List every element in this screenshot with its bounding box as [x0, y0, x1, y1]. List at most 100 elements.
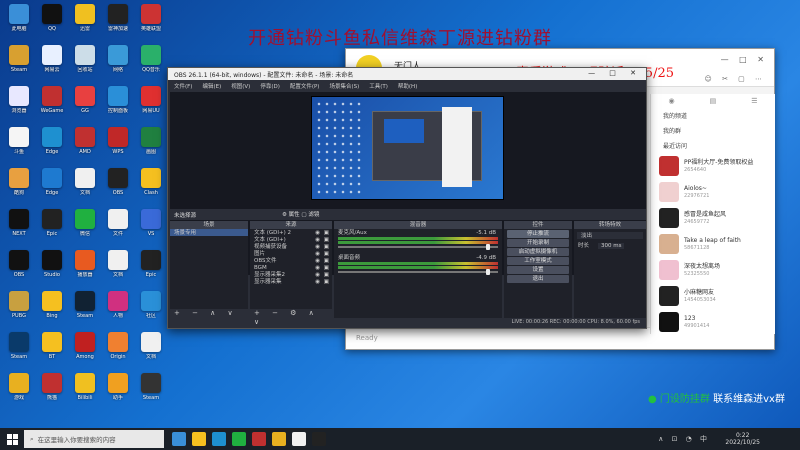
desktop-icon[interactable]: Steam	[136, 373, 166, 407]
source-item[interactable]: 显示器采集2 ◉ ▣	[250, 271, 332, 278]
panel-tab-menu[interactable]: ☰	[751, 97, 757, 105]
desktop-icon[interactable]: 网络	[103, 45, 133, 79]
panel-tab-list[interactable]: ▤	[710, 97, 717, 105]
lock-icon[interactable]: ▣	[324, 279, 329, 285]
contact-list-item[interactable]: 深夜太想离场 52325550	[651, 257, 775, 283]
obs-menu-item[interactable]: 配置文件(P)	[290, 84, 320, 90]
desktop-icon[interactable]: GG	[70, 86, 100, 120]
desktop-icon[interactable]: 斗鱼	[4, 127, 34, 161]
desktop-icon[interactable]: NEXT	[4, 209, 34, 243]
desktop-icon[interactable]: 画图	[136, 127, 166, 161]
taskbar-app-icon[interactable]	[292, 432, 306, 446]
desktop-icon[interactable]: 播放器	[70, 250, 100, 284]
desktop-icon[interactable]: 酷狗	[4, 168, 34, 202]
exit-button[interactable]: 退出	[507, 275, 569, 283]
desktop-icon[interactable]: Steam	[70, 291, 100, 325]
desktop-icon[interactable]: 人物	[103, 291, 133, 325]
taskbar-app-icon[interactable]	[252, 432, 266, 446]
scene-item[interactable]: 场景专用	[170, 229, 248, 236]
start-recording-button[interactable]: 开始录制	[507, 239, 569, 247]
duration-input[interactable]: 300 ms	[598, 243, 625, 249]
desktop-icon[interactable]: Steam	[4, 45, 34, 79]
source-item[interactable]: 显示器采集 ◉ ▣	[250, 278, 332, 285]
desktop-icon[interactable]: Edge	[37, 127, 67, 161]
desktop-icon[interactable]: OBS	[4, 250, 34, 284]
contact-list-item[interactable]: 123 49901414	[651, 309, 775, 335]
desktop-icon[interactable]: 网易云	[37, 45, 67, 79]
desktop-icon[interactable]: 文档	[70, 168, 100, 202]
stop-streaming-button[interactable]: 停止推流	[507, 230, 569, 238]
taskbar-app-icon[interactable]	[312, 432, 326, 446]
system-tray-icons[interactable]: ∧ ⊡ ◔ 中	[658, 434, 710, 444]
contact-list-item[interactable]: Aiolos~ 22976721	[651, 179, 775, 205]
desktop-icon[interactable]: 雷神加速	[103, 4, 133, 38]
desktop-icon[interactable]: Epic	[37, 209, 67, 243]
panel-menu-item[interactable]: 最近访问	[651, 138, 775, 153]
source-item[interactable]: 文本 (GDI+) ◉ ▣	[250, 236, 332, 243]
panel-tab-channel[interactable]: ◉	[668, 97, 674, 105]
desktop-icon[interactable]: 控制面板	[103, 86, 133, 120]
panel-menu-item[interactable]: 我的群	[651, 123, 775, 138]
desktop-icon[interactable]: BT	[37, 332, 67, 366]
eye-icon[interactable]: ◉	[315, 279, 320, 285]
desktop-icon[interactable]: Clash	[136, 168, 166, 202]
chat-toolbar-icons[interactable]: ☺ ✂ ▢ ⋯	[705, 75, 766, 83]
panel-menu-item[interactable]: 我的频道	[651, 108, 775, 123]
source-item[interactable]: 文本 (GDI+) 2 ◉ ▣	[250, 229, 332, 236]
desktop-icon[interactable]: 文档	[136, 332, 166, 366]
properties-filters-buttons[interactable]: ⚙ 属性 ▢ 滤镜	[282, 210, 319, 218]
desktop-volume-slider[interactable]	[338, 269, 498, 275]
desktop-icon[interactable]: QQ	[37, 4, 67, 38]
virtual-camera-button[interactable]: 启动虚拟摄像机	[507, 248, 569, 256]
desktop-icon[interactable]: 文件	[103, 209, 133, 243]
desktop-icon[interactable]: WeGame	[37, 86, 67, 120]
desktop-icon[interactable]: Among	[70, 332, 100, 366]
taskbar-search-input[interactable]: ⌕ 在这里输入你要搜索的内容	[24, 430, 164, 448]
taskbar-app-icon[interactable]	[232, 432, 246, 446]
taskbar-clock[interactable]: 0:22 2022/10/25	[725, 432, 760, 446]
desktop-icon[interactable]: 微信	[70, 209, 100, 243]
studio-mode-button[interactable]: 工作室模式	[507, 257, 569, 265]
desktop-icon[interactable]: Bing	[37, 291, 67, 325]
desktop-icon[interactable]: Epic	[136, 250, 166, 284]
contact-list-item[interactable]: 小麻糖网友 1454053034	[651, 283, 775, 309]
desktop-icon[interactable]: OBS	[103, 168, 133, 202]
desktop-icon[interactable]: 熊猫	[37, 373, 67, 407]
settings-button[interactable]: 设置	[507, 266, 569, 274]
desktop-icon[interactable]: Origin	[103, 332, 133, 366]
desktop-icon[interactable]: Steam	[4, 332, 34, 366]
desktop-icon[interactable]: Studio	[37, 250, 67, 284]
taskbar-app-icon[interactable]	[272, 432, 286, 446]
desktop-icon[interactable]: 浏览器	[4, 86, 34, 120]
desktop-icon[interactable]: PUBG	[4, 291, 34, 325]
source-item[interactable]: OBS文件 ◉ ▣	[250, 257, 332, 264]
source-item[interactable]: 视频捕获设备 ◉ ▣	[250, 243, 332, 250]
desktop-icon[interactable]: Bilibili	[70, 373, 100, 407]
mic-volume-slider[interactable]	[338, 244, 498, 250]
desktop-icon[interactable]: 回收站	[70, 45, 100, 79]
contact-list-item[interactable]: Take a leap of faith 58671128	[651, 231, 775, 257]
sources-dock-buttons[interactable]: + − ⚙ ∧ ∨	[250, 309, 332, 326]
chat-window-controls[interactable]: — □ ✕	[721, 55, 768, 64]
obs-menu-item[interactable]: 视图(V)	[231, 84, 250, 90]
obs-menu-item[interactable]: 工具(T)	[369, 84, 388, 90]
desktop-icon[interactable]: QQ音乐	[136, 45, 166, 79]
desktop-icon[interactable]: 英雄联盟	[136, 4, 166, 38]
source-item[interactable]: BGM ◉ ▣	[250, 264, 332, 271]
obs-menu-item[interactable]: 编辑(E)	[202, 84, 221, 90]
taskbar-app-icon[interactable]	[192, 432, 206, 446]
obs-menu-item[interactable]: 帮助(H)	[398, 84, 417, 90]
obs-menu-item[interactable]: 场景集合(S)	[329, 84, 359, 90]
scenes-dock-buttons[interactable]: + − ∧ ∨	[170, 309, 248, 318]
transition-type-select[interactable]: 淡出	[577, 232, 643, 239]
desktop-icon[interactable]: 游戏	[4, 373, 34, 407]
start-button[interactable]	[0, 428, 24, 450]
obs-menu-item[interactable]: 停靠(D)	[260, 84, 280, 90]
desktop-icon[interactable]: 迅雷	[70, 4, 100, 38]
source-item[interactable]: 图片 ◉ ▣	[250, 250, 332, 257]
desktop-icon[interactable]: 助手	[103, 373, 133, 407]
desktop-icon[interactable]: Edge	[37, 168, 67, 202]
desktop-icon[interactable]: 网易UU	[136, 86, 166, 120]
taskbar-app-icon[interactable]	[172, 432, 186, 446]
contact-list-item[interactable]: 感冒是咸鱼起风 24659772	[651, 205, 775, 231]
